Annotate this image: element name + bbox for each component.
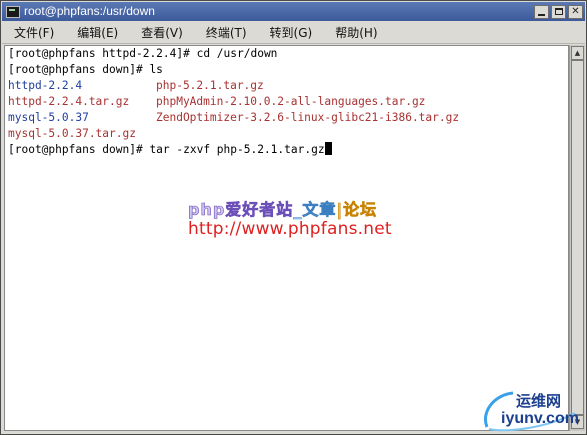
terminal-line: [root@phpfans down]# ls xyxy=(8,62,332,78)
terminal-text-segment: [root@phpfans httpd-2.2.4]# cd /usr/down xyxy=(8,47,278,60)
maximize-icon xyxy=(554,8,563,15)
terminal-text-segment: [root@phpfans down]# tar -zxvf php-5.2.1… xyxy=(8,143,325,156)
watermark-part-2: _文章 xyxy=(293,200,337,219)
menu-help[interactable]: 帮助(H) xyxy=(323,24,388,41)
terminal-window: root@phpfans:/usr/down ✕ 文件(F) 编辑(E) 查看(… xyxy=(0,0,587,435)
menu-terminal[interactable]: 终端(T) xyxy=(194,24,258,41)
terminal-text-segment: php-5.2.1.tar.gz xyxy=(156,79,264,92)
logo-text-cn: 运维网 xyxy=(516,392,562,410)
terminal-app-icon xyxy=(6,5,20,18)
terminal-output-area[interactable]: [root@phpfans httpd-2.2.4]# cd /usr/down… xyxy=(4,45,569,431)
maximize-button[interactable] xyxy=(551,4,566,19)
terminal-line: [root@phpfans httpd-2.2.4]# cd /usr/down xyxy=(8,46,332,62)
menu-go[interactable]: 转到(G) xyxy=(258,24,324,41)
watermark-url: http://www.phpfans.net xyxy=(188,219,392,239)
terminal-line: mysql-5.0.37.tar.gz xyxy=(8,126,332,142)
close-icon: ✕ xyxy=(571,5,580,17)
terminal-text-segment: ZendOptimizer-3.2.6-linux-glibc21-i386.t… xyxy=(156,111,460,124)
menu-edit[interactable]: 编辑(E) xyxy=(65,24,129,41)
minimize-button[interactable] xyxy=(534,4,549,19)
window-title: root@phpfans:/usr/down xyxy=(24,4,155,18)
watermark-site-name: php爱好者站_文章|论坛 xyxy=(188,200,408,219)
menu-bar: 文件(F) 编辑(E) 查看(V) 终端(T) 转到(G) 帮助(H) xyxy=(2,21,585,44)
corner-logo: 运维网 iyunv.com xyxy=(479,383,579,433)
menu-view[interactable]: 查看(V) xyxy=(129,24,194,41)
title-bar[interactable]: root@phpfans:/usr/down ✕ xyxy=(2,2,585,21)
watermark-part-3: |论坛 xyxy=(336,200,378,219)
terminal-text-segment: mysql-5.0.37.tar.gz xyxy=(8,127,136,140)
terminal-line: httpd-2.2.4 php-5.2.1.tar.gz xyxy=(8,78,332,94)
terminal-line: httpd-2.2.4.tar.gz phpMyAdmin-2.10.0.2-al… xyxy=(8,94,425,110)
close-button[interactable]: ✕ xyxy=(568,4,583,19)
vertical-scrollbar[interactable]: ▲ ▼ xyxy=(569,45,585,431)
terminal-text-segment: httpd-2.2.4.tar.gz xyxy=(8,95,130,108)
terminal-text: [root@phpfans httpd-2.2.4]# cd /usr/down… xyxy=(8,46,459,158)
watermark: php爱好者站_文章|论坛 http://www.phpfans.net xyxy=(188,200,408,239)
scroll-up-button[interactable]: ▲ xyxy=(571,46,584,60)
terminal-text-segment: httpd-2.2.4 xyxy=(8,79,83,92)
menu-file[interactable]: 文件(F) xyxy=(2,24,65,41)
logo-text-en: iyunv.com xyxy=(501,410,579,427)
terminal-text-segment: mysql-5.0.37 xyxy=(8,111,89,124)
arrow-up-icon: ▲ xyxy=(574,49,581,57)
text-cursor xyxy=(324,142,332,155)
scrollbar-thumb[interactable] xyxy=(571,60,584,415)
minimize-icon xyxy=(538,13,545,16)
watermark-part-1: php爱好者站 xyxy=(188,200,294,219)
terminal-line: mysql-5.0.37 ZendOptimizer-3.2.6-linux-gl… xyxy=(8,110,459,126)
terminal-text-segment: phpMyAdmin-2.10.0.2-all-languages.tar.gz xyxy=(156,95,426,108)
terminal-text-segment: [root@phpfans down]# ls xyxy=(8,63,163,76)
terminal-line: [root@phpfans down]# tar -zxvf php-5.2.1… xyxy=(8,142,332,158)
